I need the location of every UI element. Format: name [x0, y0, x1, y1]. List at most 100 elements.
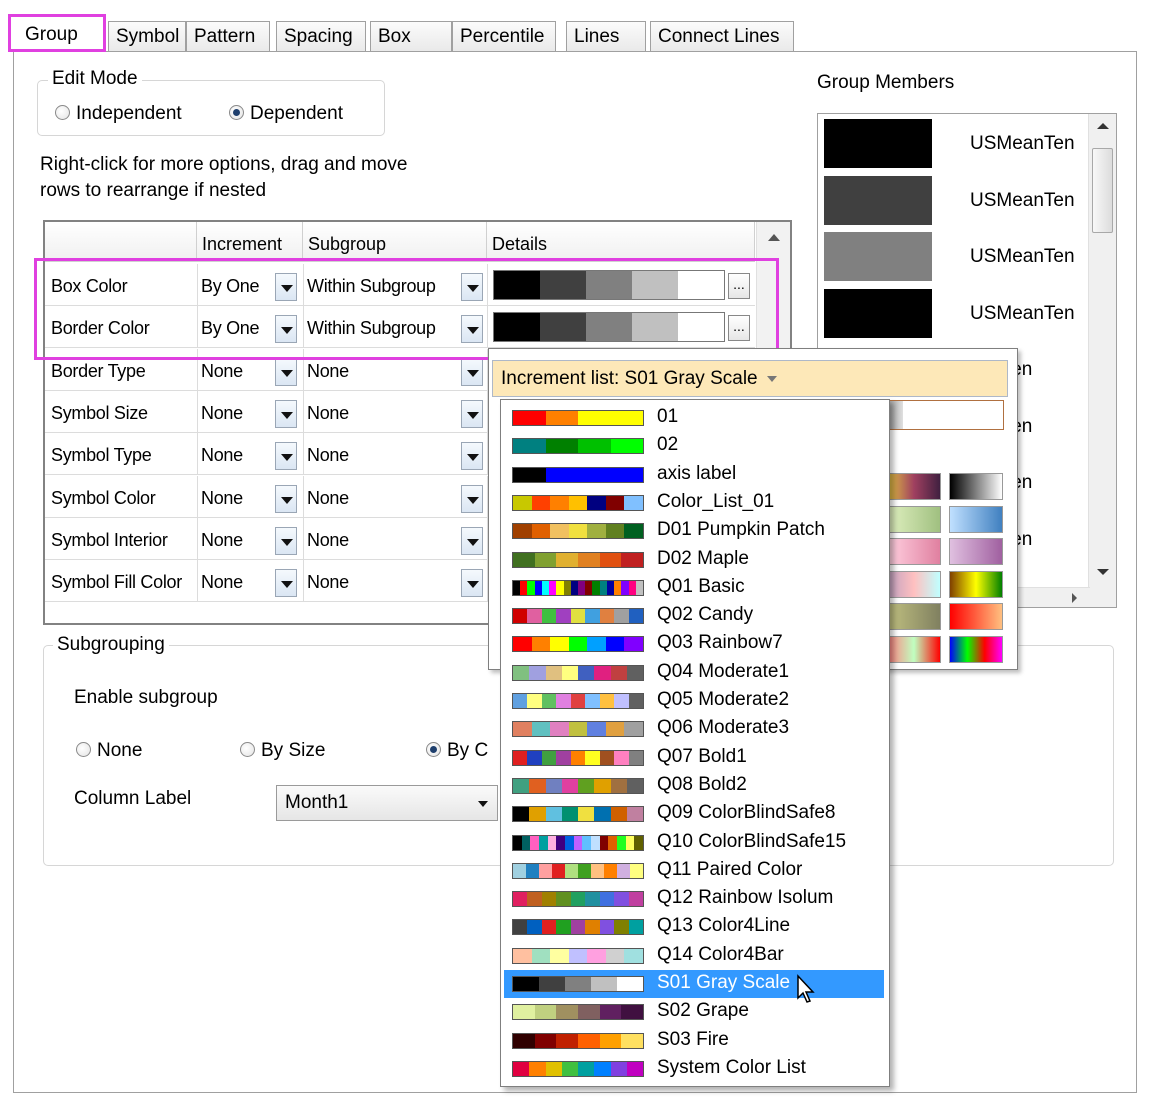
gradient-palette-swatch[interactable] — [887, 603, 941, 630]
gradient-palette-swatch[interactable] — [949, 538, 1003, 565]
gradient-palette-swatch[interactable] — [949, 505, 1003, 533]
tab-lines[interactable]: Lines — [566, 21, 646, 52]
gradient-palette-swatch[interactable] — [949, 570, 1003, 598]
increment-dropdown-button[interactable] — [275, 399, 297, 428]
dependent-radio[interactable]: Dependent — [229, 103, 343, 125]
color-list-block — [570, 694, 586, 708]
gradient-palette-swatch[interactable] — [887, 570, 941, 598]
color-list-item[interactable]: S02 Grape — [504, 998, 884, 1026]
color-list-item[interactable]: Q02 Candy — [504, 602, 884, 630]
color-list-dropdown[interactable]: 01 02 axis label Color_List_01 D01 Pumpkin P… — [500, 399, 890, 1087]
row-subgroup-value[interactable]: None — [301, 433, 349, 475]
color-list-item[interactable]: Q11 Paired Color — [504, 857, 884, 885]
independent-radio[interactable]: Independent — [55, 103, 182, 125]
subgroup-dropdown-button[interactable] — [461, 484, 483, 513]
color-list-item[interactable]: D01 Pumpkin Patch — [504, 517, 884, 545]
scroll-right-arrow-icon[interactable] — [1072, 593, 1077, 603]
color-list-item[interactable]: Q04 Moderate1 — [504, 659, 884, 687]
gradient-palette-swatch[interactable] — [887, 538, 941, 565]
subgroup-dropdown-button[interactable] — [461, 526, 483, 555]
color-list-block — [531, 722, 551, 737]
dependent-radio-button[interactable] — [229, 105, 244, 120]
color-list-item[interactable]: Q01 Basic — [504, 574, 884, 602]
color-list-item[interactable]: Q07 Bold1 — [504, 744, 884, 772]
color-list-item[interactable]: S03 Fire — [504, 1027, 884, 1055]
row-increment-value[interactable]: None — [195, 560, 243, 602]
tab-symbol[interactable]: Symbol — [108, 21, 186, 52]
row-property-name: Symbol Type — [51, 445, 152, 466]
color-list-item[interactable]: Color_List_01 — [504, 489, 884, 517]
color-list-block — [547, 835, 557, 850]
color-list-item[interactable]: 01 — [504, 404, 884, 432]
row-subgroup-value[interactable]: None — [301, 560, 349, 602]
row-subgroup-value[interactable]: None — [301, 476, 349, 518]
increment-dropdown-button[interactable] — [275, 484, 297, 513]
tab-connect-lines[interactable]: Connect Lines — [650, 21, 794, 52]
color-list-item[interactable]: System Color List — [504, 1055, 884, 1083]
subgroup-none-radio-button[interactable] — [76, 742, 91, 757]
color-list-item[interactable]: Q03 Rainbow7 — [504, 630, 884, 658]
tab-spacing[interactable]: Spacing — [276, 21, 366, 52]
increment-dropdown-button[interactable] — [275, 357, 297, 386]
color-list-item[interactable]: Q14 Color4Bar — [504, 942, 884, 970]
subgroup-by-column-radio[interactable]: By C — [426, 740, 488, 762]
independent-radio-button[interactable] — [55, 105, 70, 120]
color-list-item[interactable]: 02 — [504, 432, 884, 460]
gradient-palette-swatch[interactable] — [887, 505, 941, 533]
gradient-palette-swatch[interactable] — [949, 635, 1003, 663]
color-list-block — [610, 665, 627, 680]
increment-dropdown-button[interactable] — [275, 569, 297, 598]
increment-dropdown-button[interactable] — [275, 526, 297, 555]
row-increment-value[interactable]: None — [195, 518, 243, 560]
gradient-palette-swatch[interactable] — [949, 473, 1003, 500]
tab-percentile[interactable]: Percentile — [452, 21, 556, 52]
color-list-block — [587, 524, 606, 539]
color-list-block — [513, 552, 535, 567]
color-list-item[interactable]: D02 Maple — [504, 546, 884, 574]
increment-list-dropdown[interactable]: Increment list: S01 Gray Scale — [492, 360, 1008, 397]
increment-dropdown-button[interactable] — [275, 442, 297, 471]
column-label-select[interactable]: Month1 — [276, 785, 498, 821]
color-list-label: Q01 Basic — [657, 575, 745, 597]
color-list-block — [617, 835, 626, 850]
subgroup-by-size-radio-button[interactable] — [240, 742, 255, 757]
row-subgroup-value[interactable]: None — [301, 391, 349, 433]
gradient-palette-swatch[interactable] — [887, 635, 941, 663]
color-list-item[interactable]: Q06 Moderate3 — [504, 715, 884, 743]
color-list-block — [599, 835, 609, 850]
scroll-thumb[interactable] — [1092, 148, 1113, 233]
scroll-up-arrow-icon[interactable] — [768, 234, 780, 241]
group-members-scrollbar[interactable] — [1088, 114, 1116, 607]
subgroup-by-size-radio[interactable]: By Size — [240, 740, 325, 762]
gradient-palette-swatch[interactable] — [887, 473, 941, 500]
subgroup-dropdown-button[interactable] — [461, 357, 483, 386]
tab-box[interactable]: Box — [370, 21, 452, 52]
mouse-cursor-icon — [797, 974, 815, 1003]
subgroup-dropdown-button[interactable] — [461, 569, 483, 598]
color-list-item[interactable]: Q10 ColorBlindSafe15 — [504, 829, 884, 857]
color-list-block — [614, 609, 629, 624]
subgroup-none-radio[interactable]: None — [76, 740, 142, 762]
color-list-item[interactable]: axis label — [504, 461, 884, 489]
subgroup-by-column-radio-button[interactable] — [426, 742, 441, 757]
color-list-block — [527, 892, 542, 907]
color-list-block — [626, 778, 643, 793]
color-list-item[interactable]: S01 Gray Scale — [504, 970, 884, 998]
color-list-item[interactable]: Q09 ColorBlindSafe8 — [504, 800, 884, 828]
subgroup-dropdown-button[interactable] — [461, 399, 483, 428]
gradient-palette-swatch[interactable] — [949, 603, 1003, 630]
row-subgroup-value[interactable]: None — [301, 518, 349, 560]
color-list-item[interactable]: Q13 Color4Line — [504, 913, 884, 941]
row-increment-value[interactable]: None — [195, 476, 243, 518]
color-list-item[interactable]: Q12 Rainbow Isolum — [504, 885, 884, 913]
subgroup-dropdown-button[interactable] — [461, 442, 483, 471]
row-increment-value[interactable]: None — [195, 433, 243, 475]
tab-pattern[interactable]: Pattern — [186, 21, 270, 52]
scroll-up-arrow-icon[interactable] — [1097, 123, 1109, 129]
color-list-block — [556, 580, 564, 595]
row-increment-value[interactable]: None — [195, 391, 243, 433]
tab-group[interactable]: Group — [8, 14, 106, 52]
color-list-item[interactable]: Q08 Bold2 — [504, 772, 884, 800]
scroll-down-arrow-icon[interactable] — [1097, 569, 1109, 575]
color-list-item[interactable]: Q05 Moderate2 — [504, 687, 884, 715]
